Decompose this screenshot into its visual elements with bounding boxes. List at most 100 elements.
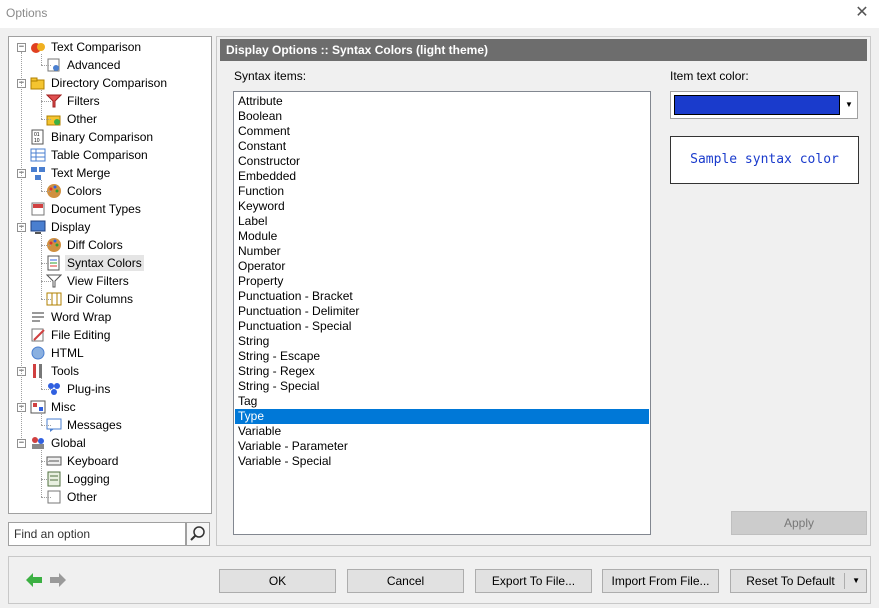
syntax-item-operator[interactable]: Operator <box>235 259 649 274</box>
expander-icon[interactable]: − <box>17 438 26 448</box>
syntax-item-boolean[interactable]: Boolean <box>235 109 649 124</box>
search-icon <box>190 526 205 541</box>
chevron-down-icon[interactable]: ▼ <box>852 570 860 592</box>
window-title: Options <box>6 6 48 20</box>
apply-button[interactable]: Apply <box>731 511 867 535</box>
tree-item-label: File Editing <box>51 328 111 342</box>
svg-text:10: 10 <box>34 138 40 144</box>
import-from-file-button[interactable]: Import From File... <box>602 569 719 593</box>
syntax-item-string-escape[interactable]: String - Escape <box>235 349 649 364</box>
word-wrap-icon <box>30 309 46 325</box>
syntax-item-punctuation-special[interactable]: Punctuation - Special <box>235 319 649 334</box>
tree-connector <box>41 389 51 390</box>
sample-syntax-preview: Sample syntax color <box>670 136 859 184</box>
syntax-item-property[interactable]: Property <box>235 274 649 289</box>
split-divider <box>844 573 845 589</box>
tree-item-table-comparison[interactable]: Table Comparison <box>17 146 150 164</box>
tree-item-label: Directory Comparison <box>51 76 168 90</box>
item-color-picker[interactable]: ▼ <box>670 91 858 119</box>
syntax-item-string-special[interactable]: String - Special <box>235 379 649 394</box>
tree-item-label: Keyboard <box>67 454 119 468</box>
search-button[interactable] <box>186 522 210 546</box>
syntax-item-punctuation-bracket[interactable]: Punctuation - Bracket <box>235 289 649 304</box>
tree-item-file-editing[interactable]: File Editing <box>17 326 112 344</box>
syntax-item-tag[interactable]: Tag <box>235 394 649 409</box>
tree-item-directory-comparison[interactable]: − Directory Comparison <box>17 74 169 92</box>
syntax-item-constant[interactable]: Constant <box>235 139 649 154</box>
reset-to-default-button[interactable]: Reset To Default ▼ <box>730 569 867 593</box>
tree-item-text-comparison[interactable]: − Text Comparison <box>17 38 143 56</box>
color-swatch <box>674 95 840 115</box>
syntax-item-variable-special[interactable]: Variable - Special <box>235 454 649 469</box>
tree-item-label: Text Merge <box>51 166 111 180</box>
tree-item-label: Display <box>51 220 91 234</box>
syntax-item-label[interactable]: Label <box>235 214 649 229</box>
tree-item-text-merge[interactable]: − Text Merge <box>17 164 112 182</box>
syntax-item-comment[interactable]: Comment <box>235 124 649 139</box>
syntax-item-function[interactable]: Function <box>235 184 649 199</box>
tree-item-misc[interactable]: − Misc <box>17 398 78 416</box>
syntax-item-module[interactable]: Module <box>235 229 649 244</box>
text-comparison-icon <box>30 39 46 55</box>
back-arrow-icon[interactable] <box>26 573 42 587</box>
syntax-item-constructor[interactable]: Constructor <box>235 154 649 169</box>
panel-header: Display Options :: Syntax Colors (light … <box>220 39 867 61</box>
tree-item-tools[interactable]: − Tools <box>17 362 81 380</box>
syntax-items-label: Syntax items: <box>234 69 307 83</box>
tree-item-label: Word Wrap <box>51 310 112 324</box>
syntax-item-embedded[interactable]: Embedded <box>235 169 649 184</box>
cancel-button[interactable]: Cancel <box>347 569 464 593</box>
tree-item-label: Filters <box>67 94 100 108</box>
tree-item-html[interactable]: HTML <box>17 344 86 362</box>
misc-icon <box>30 399 46 415</box>
tree-item-label: Binary Comparison <box>51 130 154 144</box>
monitor-icon <box>30 219 46 235</box>
syntax-item-type[interactable]: Type <box>235 409 649 424</box>
tree-item-document-types[interactable]: Document Types <box>17 200 143 218</box>
forward-arrow-icon[interactable] <box>50 573 66 587</box>
export-to-file-button[interactable]: Export To File... <box>475 569 592 593</box>
tree-connector <box>41 461 51 462</box>
search-input[interactable]: Find an option <box>8 522 186 546</box>
tree-connector <box>41 378 42 389</box>
footer-bar: OK Cancel Export To File... Import From … <box>8 556 871 604</box>
tree-item-label: Dir Columns <box>67 292 134 306</box>
tree-item-word-wrap[interactable]: Word Wrap <box>17 308 113 326</box>
tree-connector <box>41 479 51 480</box>
syntax-item-string[interactable]: String <box>235 334 649 349</box>
syntax-item-punctuation-delimiter[interactable]: Punctuation - Delimiter <box>235 304 649 319</box>
syntax-item-number[interactable]: Number <box>235 244 649 259</box>
tree-item-label: Tools <box>51 364 80 378</box>
syntax-items-list[interactable]: Attribute Boolean Comment Constant Construct… <box>233 91 651 535</box>
tree-connector <box>41 191 51 192</box>
close-icon[interactable]: ✕ <box>853 3 871 23</box>
tree-connector <box>41 425 51 426</box>
binary-icon: 01 10 <box>30 129 46 145</box>
tree-item-label: Global <box>51 436 86 450</box>
tree-item-label: Document Types <box>51 202 141 216</box>
options-panel: Display Options :: Syntax Colors (light … <box>216 36 871 546</box>
reset-to-default-label: Reset To Default <box>746 574 835 588</box>
tools-icon <box>30 363 46 379</box>
tree-item-label: Text Comparison <box>51 40 142 54</box>
table-icon <box>30 147 46 163</box>
tree-item-label: Table Comparison <box>51 148 148 162</box>
tree-item-global[interactable]: − Global <box>17 434 88 452</box>
tree-item-display[interactable]: − Display <box>17 218 92 236</box>
tree-item-binary-comparison[interactable]: 01 10 Binary Comparison <box>17 128 155 146</box>
syntax-item-variable[interactable]: Variable <box>235 424 649 439</box>
tree-item-label: Syntax Colors <box>65 255 144 271</box>
syntax-item-variable-parameter[interactable]: Variable - Parameter <box>235 439 649 454</box>
options-tree[interactable]: − Text Comparison Advanced − Directory Compa… <box>8 36 212 514</box>
tree-item-label: HTML <box>51 346 84 360</box>
users-icon <box>30 435 46 451</box>
syntax-item-string-regex[interactable]: String - Regex <box>235 364 649 379</box>
chevron-down-icon[interactable]: ▼ <box>841 92 857 118</box>
tree-connector <box>41 101 51 102</box>
expander-icon[interactable]: − <box>17 42 26 52</box>
syntax-item-keyword[interactable]: Keyword <box>235 199 649 214</box>
ok-button[interactable]: OK <box>219 569 336 593</box>
tree-item-syntax-colors[interactable]: Syntax Colors <box>35 254 144 272</box>
tree-connector <box>41 90 42 119</box>
syntax-item-attribute[interactable]: Attribute <box>235 94 649 109</box>
